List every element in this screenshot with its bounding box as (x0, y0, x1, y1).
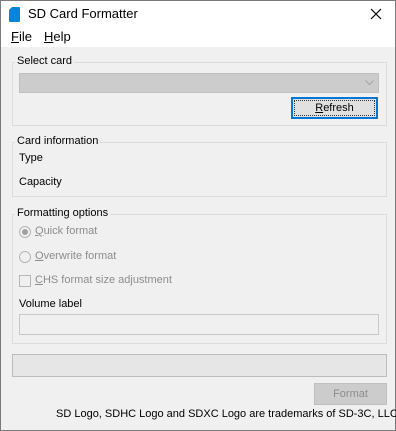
formatting-options-title: Formatting options (15, 207, 111, 219)
close-icon (370, 8, 382, 20)
formatting-options-group: Formatting options Quick format Overwrit… (12, 207, 387, 344)
chs-adjustment-label: CHS format size adjustment (35, 274, 172, 286)
overwrite-format-label: Overwrite format (35, 250, 117, 262)
chevron-down-icon (365, 80, 374, 86)
volume-label-input[interactable] (19, 314, 379, 335)
card-information-group: Card information Type Capacity (12, 135, 387, 197)
title-bar: SD Card Formatter (1, 1, 395, 27)
select-card-group: Select card Refresh (12, 55, 387, 126)
card-select-dropdown[interactable] (19, 73, 379, 93)
app-window: SD Card Formatter File Help Select card … (0, 0, 396, 431)
refresh-button[interactable]: Refresh (291, 97, 378, 119)
select-card-title: Select card (15, 55, 75, 67)
sd-card-icon (8, 6, 20, 22)
menu-file[interactable]: File (11, 29, 32, 44)
format-button[interactable]: Format (314, 383, 387, 405)
overwrite-format-radio[interactable] (19, 251, 31, 263)
close-button[interactable] (357, 1, 395, 27)
chs-adjustment-checkbox[interactable] (19, 275, 31, 287)
progress-bar (12, 354, 387, 377)
menu-help[interactable]: Help (44, 29, 71, 44)
volume-label-caption: Volume label (19, 298, 82, 310)
quick-format-label: Quick format (35, 225, 98, 237)
quick-format-radio[interactable] (19, 226, 31, 238)
card-information-title: Card information (15, 135, 101, 147)
capacity-label: Capacity (19, 176, 62, 188)
window-title: SD Card Formatter (28, 6, 138, 21)
type-label: Type (19, 152, 43, 164)
trademark-notice: SD Logo, SDHC Logo and SDXC Logo are tra… (56, 408, 396, 420)
menu-bar: File Help (1, 27, 395, 47)
